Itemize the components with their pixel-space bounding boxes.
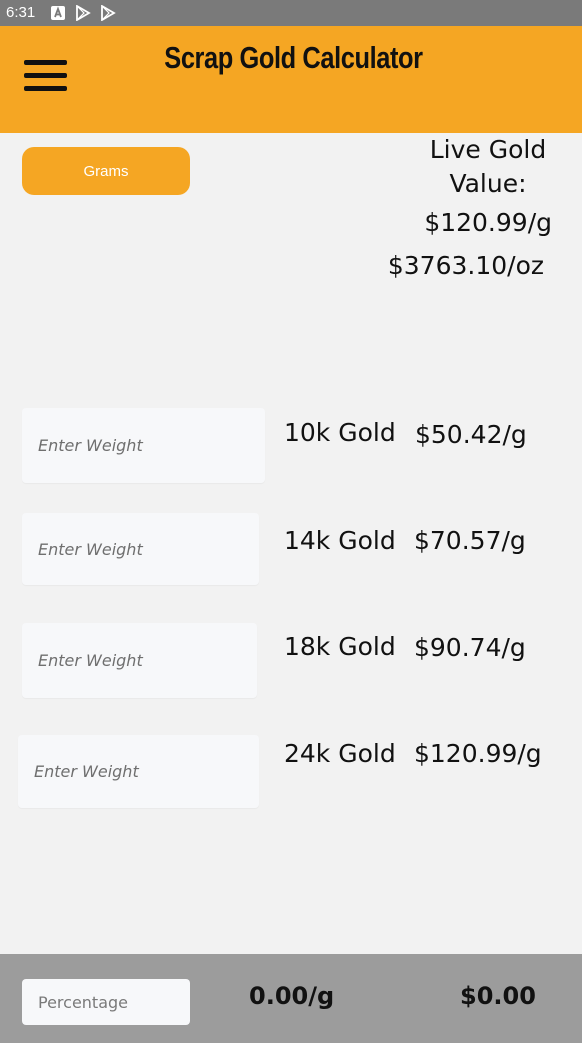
- price-18k: $90.74/g: [414, 633, 526, 662]
- karat-label-10k: 10k Gold: [284, 418, 396, 447]
- karat-label-24k: 24k Gold: [284, 739, 396, 768]
- totals-footer: 0.00/g $0.00: [0, 954, 582, 1043]
- live-price-per-gram: $120.99/g: [424, 208, 552, 237]
- weight-input-24k[interactable]: [18, 735, 259, 808]
- weight-field-14k[interactable]: [22, 513, 259, 585]
- a-notification-icon: [51, 6, 65, 20]
- status-bar: 6:31: [0, 0, 582, 26]
- total-value: $0.00: [460, 982, 536, 1010]
- weight-field-24k[interactable]: [18, 735, 259, 808]
- grams-unit-button[interactable]: Grams: [22, 147, 190, 195]
- weight-field-10k[interactable]: [22, 408, 265, 483]
- total-grams: 0.00/g: [249, 982, 335, 1010]
- karat-label-14k: 14k Gold: [284, 526, 396, 555]
- weight-field-18k[interactable]: [22, 623, 257, 698]
- live-price-per-ounce: $3763.10/oz: [387, 251, 544, 280]
- page-title: Scrap Gold Calculator: [164, 40, 423, 75]
- app-bar: Scrap Gold Calculator: [0, 26, 582, 133]
- weight-input-14k[interactable]: [22, 513, 259, 585]
- price-24k: $120.99/g: [414, 739, 542, 768]
- weight-input-10k[interactable]: [22, 408, 265, 483]
- play-store-icon: [76, 5, 91, 21]
- percentage-field[interactable]: [22, 979, 190, 1025]
- play-icon: [101, 5, 116, 21]
- price-10k: $50.42/g: [415, 420, 527, 449]
- status-time: 6:31: [6, 4, 36, 21]
- weight-input-18k[interactable]: [22, 623, 257, 698]
- percentage-input[interactable]: [22, 979, 190, 1025]
- live-gold-value-label: Live Gold Value:: [429, 135, 547, 198]
- karat-label-18k: 18k Gold: [284, 632, 396, 661]
- price-14k: $70.57/g: [414, 526, 526, 555]
